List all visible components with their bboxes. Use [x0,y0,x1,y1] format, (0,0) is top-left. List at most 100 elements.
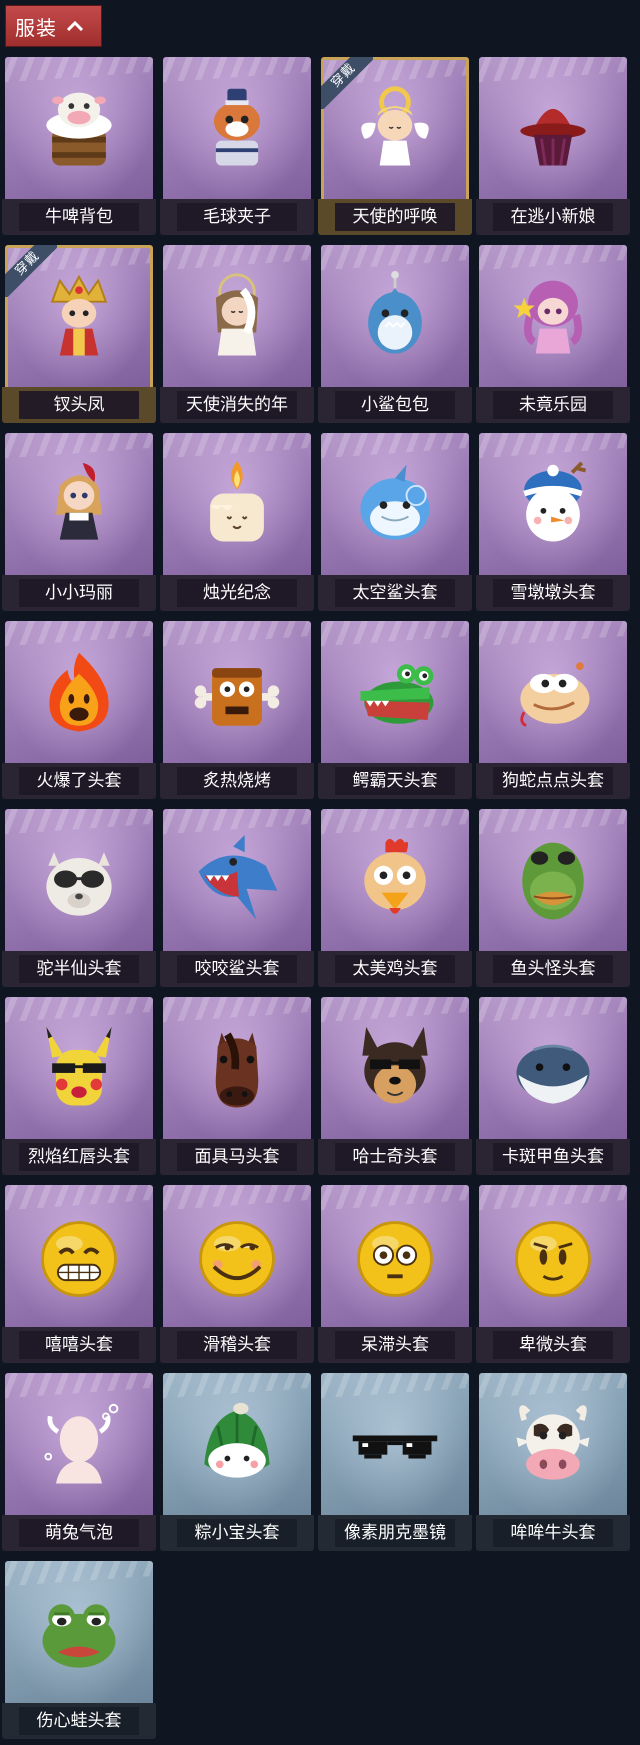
outfit-name: 卡斑甲鱼头套 [493,1143,613,1171]
outfit-card[interactable]: 呆滞头套 [318,1185,472,1363]
outfit-name: 哞哞牛头套 [493,1519,613,1547]
snowman-head-icon [505,457,601,553]
outfit-card[interactable]: 鳄霸天头套 [318,621,472,799]
outfit-name: 雪墩墩头套 [493,579,613,607]
outfit-name: 钗头凤 [19,391,139,419]
outfit-name: 卑微头套 [493,1331,613,1359]
outfit-card[interactable]: 滑稽头套 [160,1185,314,1363]
outfit-card[interactable]: 咬咬鲨头套 [160,809,314,987]
outfit-card[interactable]: 哈士奇头套 [318,997,472,1175]
outfit-name: 小鲨包包 [335,391,455,419]
outfit-card[interactable]: 面具马头套 [160,997,314,1175]
outfit-name: 粽小宝头套 [177,1519,297,1547]
outfit-name: 鱼头怪头套 [493,955,613,983]
outfit-card[interactable]: 粽小宝头套 [160,1373,314,1551]
sad-frog-head-icon [31,1585,127,1681]
outfit-card[interactable]: 太空鲨头套 [318,433,472,611]
outfit-card[interactable]: 雪墩墩头套 [476,433,630,611]
outfit-name: 牛啤背包 [19,203,139,231]
outfit-card[interactable]: 穿戴钗头凤 [2,245,156,423]
outfit-name: 天使消失的年 [177,391,297,419]
equipped-badge: 穿戴 [5,245,57,297]
space-shark-head-icon [347,457,443,553]
outfit-card[interactable]: 火爆了头套 [2,621,156,799]
outfit-name: 萌兔气泡 [19,1519,139,1547]
outfit-card[interactable]: 狗蛇点点头套 [476,621,630,799]
outfit-name: 天使的呼唤 [335,203,455,231]
outfit-card[interactable]: 未竟乐园 [476,245,630,423]
outfit-card[interactable]: 穿戴天使的呼唤 [318,57,472,235]
outfit-card[interactable]: 哞哞牛头套 [476,1373,630,1551]
outfit-name: 未竟乐园 [493,391,613,419]
outfit-name: 面具马头套 [177,1143,297,1171]
outfit-name: 哈士奇头套 [335,1143,455,1171]
equipped-badge: 穿戴 [321,57,373,109]
outfit-name: 烛光纪念 [177,579,297,607]
fish-monster-head-icon [505,833,601,929]
outfit-card[interactable]: 毛球夹子 [160,57,314,235]
outfit-name: 滑稽头套 [177,1331,297,1359]
turtle-head-icon [505,1021,601,1117]
outfit-name: 狗蛇点点头套 [493,767,613,795]
outfit-card[interactable]: 小小玛丽 [2,433,156,611]
outfit-card[interactable]: 小鲨包包 [318,245,472,423]
outfit-card[interactable]: 天使消失的年 [160,245,314,423]
outfit-name: 烈焰红唇头套 [19,1143,139,1171]
outfit-card[interactable]: 烛光纪念 [160,433,314,611]
outfit-name: 驼半仙头套 [19,955,139,983]
shark-bag-icon [347,269,443,365]
equipped-badge-label: 穿戴 [5,245,57,297]
pixel-sunglasses-icon [347,1397,443,1493]
outfit-card[interactable]: 伤心蛙头套 [2,1561,156,1739]
husky-head-icon [347,1021,443,1117]
outfit-tab[interactable]: 服装 [5,5,102,47]
runaway-bride-hat-icon [505,81,601,177]
outfit-card[interactable]: 萌兔气泡 [2,1373,156,1551]
cow-beer-backpack-icon [31,81,127,177]
outfit-grid: 牛啤背包 毛球夹子 穿戴 天使的呼唤 在逃小新娘 穿戴 钗头凤 天使消失的年 小鲨包包 未竟乐园小… [2,57,630,1739]
zongzi-head-icon [189,1397,285,1493]
outfit-name: 太空鲨头套 [335,579,455,607]
funny-emoji-head-icon [189,1209,285,1305]
outfit-name: 鳄霸天头套 [335,767,455,795]
outfit-card[interactable]: 太美鸡头套 [318,809,472,987]
outfit-card[interactable]: 卡斑甲鱼头套 [476,997,630,1175]
outfit-card[interactable]: 驼半仙头套 [2,809,156,987]
outfit-card[interactable]: 在逃小新娘 [476,57,630,235]
outfit-name: 咬咬鲨头套 [177,955,297,983]
crocodile-head-icon [347,645,443,741]
outfit-name: 火爆了头套 [19,767,139,795]
equipped-badge-label: 穿戴 [321,57,373,109]
outfit-name: 炙热烧烤 [177,767,297,795]
fairy-doll-icon [505,269,601,365]
outfit-card[interactable]: 嘻嘻头套 [2,1185,156,1363]
outfit-card[interactable]: 像素朋克墨镜 [318,1373,472,1551]
outfit-name: 小小玛丽 [19,579,139,607]
chicken-head-icon [347,833,443,929]
outfit-name: 像素朋克墨镜 [335,1519,455,1547]
outfit-name: 嘻嘻头套 [19,1331,139,1359]
grinning-emoji-head-icon [31,1209,127,1305]
outfit-name: 伤心蛙头套 [19,1707,139,1735]
outfit-card[interactable]: 烈焰红唇头套 [2,997,156,1175]
cow-head-icon [505,1397,601,1493]
outfit-name: 在逃小新娘 [493,203,613,231]
chevron-up-icon [67,21,83,31]
outfit-name: 呆滞头套 [335,1331,455,1359]
outfit-card[interactable]: 炙热烧烤 [160,621,314,799]
raccoon-drummer-icon [189,81,285,177]
dazed-emoji-head-icon [347,1209,443,1305]
outfit-card[interactable]: 牛啤背包 [2,57,156,235]
bunny-bubble-icon [31,1397,127,1493]
bbq-meat-head-icon [189,645,285,741]
fire-head-icon [31,645,127,741]
yellow-mouse-head-icon [31,1021,127,1117]
little-mary-doll-icon [31,457,127,553]
humble-emoji-head-icon [505,1209,601,1305]
biting-shark-head-icon [189,833,285,929]
outfit-card[interactable]: 卑微头套 [476,1185,630,1363]
outfit-name: 太美鸡头套 [335,955,455,983]
dog-snake-head-icon [505,645,601,741]
outfit-card[interactable]: 鱼头怪头套 [476,809,630,987]
fallen-angel-doll-icon [189,269,285,365]
